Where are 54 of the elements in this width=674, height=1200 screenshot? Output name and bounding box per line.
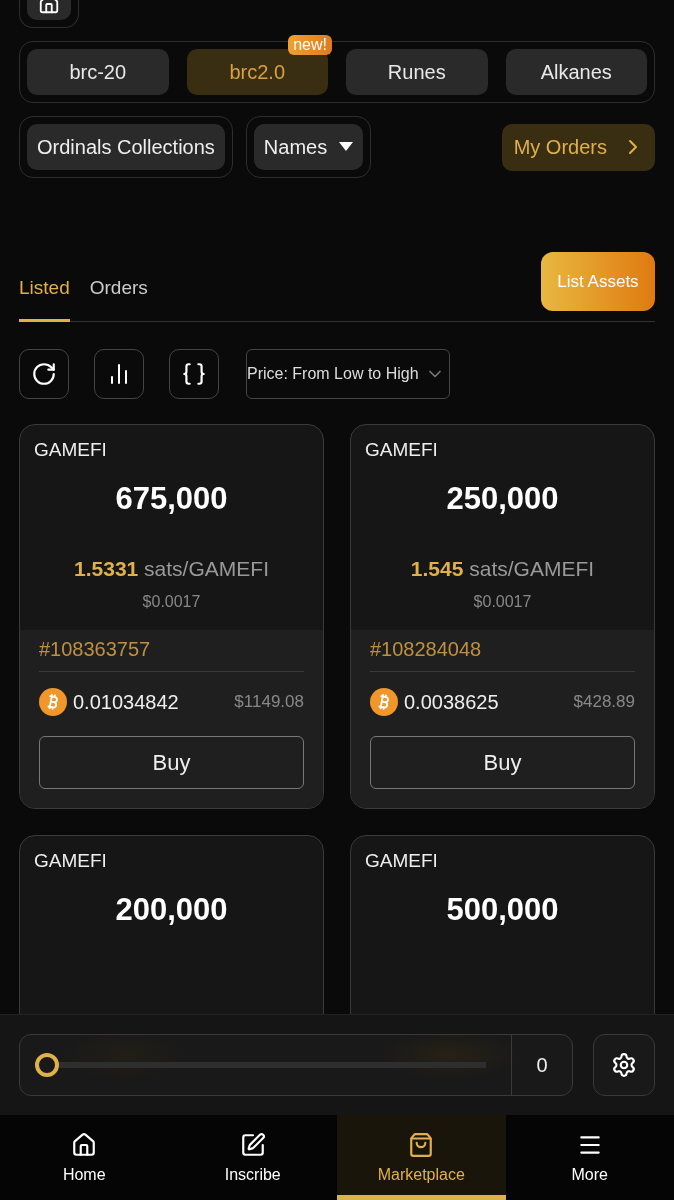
- amount: 250,000: [446, 481, 559, 517]
- home-icon: [71, 1131, 98, 1158]
- usd-price: $1149.08: [234, 692, 304, 712]
- btc-price: 0.0038625: [404, 690, 499, 714]
- caret-icon: [339, 142, 354, 152]
- my-orders-button[interactable]: My Orders: [501, 123, 655, 171]
- unit-usd: $0.0017: [473, 593, 532, 611]
- refresh-button[interactable]: [19, 349, 69, 399]
- amount: 675,000: [115, 481, 228, 517]
- ticker: GAMEFI: [365, 439, 438, 461]
- buy-button[interactable]: Buy: [39, 736, 304, 789]
- tab[interactable]: Orders: [89, 277, 148, 322]
- names-dropdown[interactable]: Names: [253, 124, 364, 170]
- settings-icon: [611, 1052, 637, 1078]
- btc-price: 0.01034842: [73, 690, 179, 714]
- listing-card[interactable]: GAMEFI 675,000 1.5331 sats/GAMEFI $0.0017 #108363757 0.01034842 $1149.08 Buy: [19, 424, 324, 809]
- amount: 200,000: [115, 892, 228, 928]
- ticker: GAMEFI: [34, 439, 107, 461]
- nav-tab[interactable]: Marketplace: [337, 1115, 506, 1200]
- new-badge: new!: [288, 35, 332, 55]
- nav-tab[interactable]: Inscribe: [168, 1115, 337, 1200]
- inscription-number: #108284048: [370, 638, 635, 672]
- unit-usd: $0.0017: [142, 593, 201, 611]
- tab[interactable]: Listed: [19, 277, 70, 322]
- ticker: GAMEFI: [365, 850, 438, 872]
- refresh-icon: [31, 361, 57, 387]
- braces-button[interactable]: [169, 349, 219, 399]
- edit-icon: [239, 1131, 266, 1158]
- buy-button[interactable]: Buy: [370, 736, 635, 789]
- listing-card[interactable]: GAMEFI 500,000: [350, 835, 655, 1014]
- category-tab[interactable]: Alkanes: [505, 49, 647, 95]
- chart-button[interactable]: [94, 349, 144, 399]
- category-tab[interactable]: brc-20: [27, 49, 169, 95]
- braces-icon: [181, 361, 207, 387]
- ticker: GAMEFI: [34, 850, 107, 872]
- unit-price: 1.5331 sats/GAMEFI: [74, 557, 269, 581]
- nav-tab[interactable]: More: [505, 1115, 674, 1200]
- listing-card[interactable]: GAMEFI 200,000: [19, 835, 324, 1014]
- category-tab[interactable]: Runes: [346, 49, 488, 95]
- bitcoin-icon: [370, 688, 398, 716]
- inscription-number: #108363757: [39, 638, 304, 672]
- sweep-count: 0: [511, 1035, 572, 1095]
- sort-select[interactable]: Price: From Low to High: [246, 349, 450, 399]
- unit-price: 1.545 sats/GAMEFI: [410, 557, 595, 581]
- category-tab[interactable]: brc2.0: [186, 49, 328, 95]
- amount: 500,000: [446, 892, 559, 928]
- settings-button[interactable]: [593, 1034, 655, 1096]
- collections-button[interactable]: Ordinals Collections: [27, 124, 225, 170]
- usd-price: $428.89: [573, 692, 635, 712]
- bitcoin-icon: [39, 688, 67, 716]
- nav-tab[interactable]: Home: [0, 1115, 169, 1200]
- listing-card[interactable]: GAMEFI 250,000 1.545 sats/GAMEFI $0.0017 #108284048 0.0038625 $428.89 Buy: [350, 424, 655, 809]
- slider-thumb[interactable]: [35, 1053, 59, 1077]
- shopping-bag-icon: [408, 1131, 435, 1158]
